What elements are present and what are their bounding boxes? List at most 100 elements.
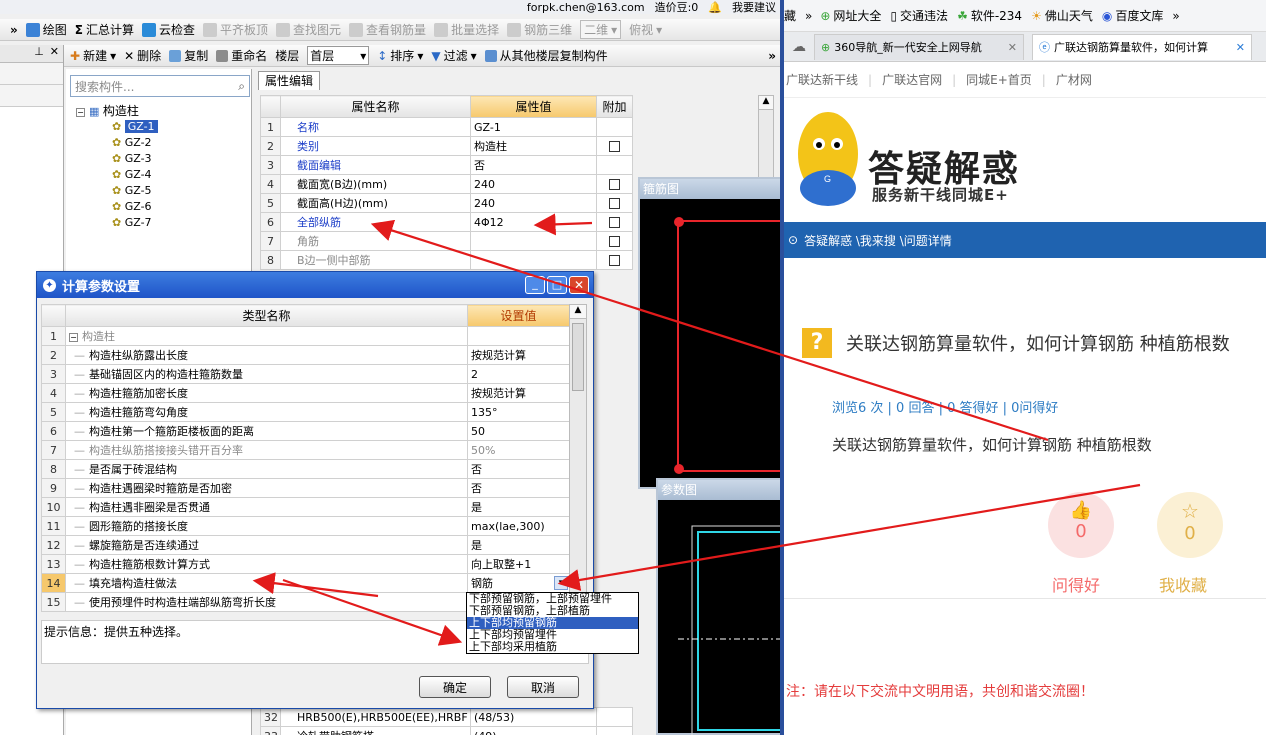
property-value[interactable]: GZ-1 [470, 117, 597, 137]
bookmark-url-nav[interactable]: ⊕ 网址大全 [820, 7, 881, 24]
param-row[interactable]: 11— 圆形箍筋的搭接长度 max(lae,300) [41, 516, 570, 536]
property-value[interactable]: 构造柱 [470, 136, 597, 156]
filter-button[interactable]: ▼ 过滤 ▾ [431, 47, 476, 64]
pin-icon[interactable]: ⊥ [34, 45, 44, 62]
collapse-icon[interactable]: − [76, 108, 85, 117]
param-row[interactable]: 10— 构造柱遇非圈梁是否贯通是 [41, 497, 570, 517]
delete-button[interactable]: ✕ 删除 [124, 47, 161, 64]
tree-item-gz-6[interactable]: ✿ GZ-6 [76, 199, 251, 215]
param-row[interactable]: 5— 构造柱箍筋弯勾角度 135° [41, 402, 570, 422]
property-row[interactable]: 32 HRB500(E),HRB500E(EE),HRBF (48/53) [260, 707, 633, 727]
extra-checkbox[interactable] [609, 198, 620, 209]
param-row[interactable]: 3— 基础锚固区内的构造柱箍筋数量 2 [41, 364, 570, 384]
property-value[interactable] [470, 231, 597, 251]
property-row[interactable]: 2 类别 构造柱 [260, 136, 633, 156]
like-label[interactable]: 问得好 [1052, 572, 1100, 596]
param-row[interactable]: 9— 构造柱遇圈梁时箍筋是否加密否 [41, 478, 570, 498]
summary-calc-button[interactable]: Σ 汇总计算 [75, 21, 134, 38]
extra-checkbox[interactable] [609, 255, 620, 266]
param-value[interactable]: 按规范计算 [467, 345, 570, 365]
bookmark-baidu[interactable]: ◉ 百度文库 [1102, 7, 1164, 24]
site-nav-link[interactable]: 广材网 [1056, 71, 1092, 88]
property-value[interactable]: 否 [470, 155, 597, 175]
favorite-label[interactable]: 我收藏 [1159, 572, 1207, 596]
floor-select[interactable]: 首层 ▾ [307, 46, 370, 65]
property-value[interactable]: (49) [470, 726, 597, 735]
view-rebar-button[interactable]: 查看钢筋量 [349, 21, 426, 38]
bookmark-weather[interactable]: ☀ 佛山天气 [1031, 7, 1093, 24]
cloud-check-button[interactable]: 云检查 [142, 21, 195, 38]
property-value[interactable]: (48/53) [470, 707, 597, 727]
param-row[interactable]: 6— 构造柱第一个箍筋距楼板面的距离 50 [41, 421, 570, 441]
bookmark-software[interactable]: ☘ 软件-234 [957, 7, 1022, 24]
extra-checkbox[interactable] [609, 141, 620, 152]
chevron-right-icon[interactable]: » [805, 9, 812, 23]
close-tab-icon[interactable]: ✕ [1008, 41, 1017, 54]
draw-button[interactable]: 绘图 [25, 21, 67, 38]
param-row[interactable]: 14— 填充墙构造柱做法 钢筋 ▾ [41, 573, 570, 593]
close-icon[interactable]: ✕ [50, 45, 59, 62]
param-value[interactable]: 50 [467, 421, 570, 441]
param-value[interactable]: 135° [467, 402, 570, 422]
site-nav-link[interactable]: 同城E+首页 [966, 71, 1032, 88]
extra-checkbox[interactable] [609, 217, 620, 228]
minimize-icon[interactable]: _ [525, 276, 545, 294]
toolbar-more-icon[interactable]: » [10, 23, 18, 37]
close-tab-icon[interactable]: ✕ [1236, 41, 1245, 54]
view-2d-select[interactable]: 二维 ▾ [580, 20, 622, 39]
tree-item-gz-4[interactable]: ✿ GZ-4 [76, 167, 251, 183]
dropdown-option[interactable]: 上下部均采用植筋 [467, 641, 638, 653]
copy-from-floor-button[interactable]: 从其他楼层复制构件 [484, 47, 608, 64]
cancel-button[interactable]: 取消 [507, 676, 579, 698]
param-value[interactable]: 否 [467, 459, 570, 479]
new-button[interactable]: ✚ 新建 ▾ [70, 47, 116, 64]
dropdown-option[interactable]: 下部预留钢筋，上部预留埋件 [467, 593, 638, 605]
favorite-button[interactable]: ☆ 0 [1157, 492, 1223, 558]
property-value[interactable]: 240 [470, 174, 597, 194]
property-row[interactable]: 5 截面高(H边)(mm) 240 [260, 193, 633, 213]
dropdown-option[interactable]: 下部预留钢筋，上部植筋 [467, 605, 638, 617]
property-row[interactable]: 4 截面宽(B边)(mm) 240 [260, 174, 633, 194]
param-row[interactable]: 4— 构造柱箍筋加密长度 按规范计算 [41, 383, 570, 403]
property-value[interactable]: 4Φ12 [470, 212, 597, 232]
maximize-icon[interactable]: □ [547, 276, 567, 294]
extra-checkbox[interactable] [609, 236, 620, 247]
scroll-thumb[interactable] [572, 323, 584, 391]
site-nav-link[interactable]: 广联达新干线 [786, 71, 858, 88]
toolbar-more-icon[interactable]: » [768, 49, 776, 63]
property-row[interactable]: 8 B边一侧中部筋 [260, 250, 633, 270]
sort-button[interactable]: ↕ 排序 ▾ [377, 47, 423, 64]
feedback-link[interactable]: 我要建议 [732, 0, 776, 15]
param-group-row[interactable]: 1− 构造柱 [41, 326, 570, 346]
property-row[interactable]: 7 角筋 [260, 231, 633, 251]
more-bookmarks-icon[interactable]: » [1172, 9, 1179, 23]
param-value[interactable]: 是 [467, 535, 570, 555]
property-row[interactable]: 33 冷轧带肋钢筋搭 (49) [260, 726, 633, 735]
tree-item-gz-7[interactable]: ✿ GZ-7 [76, 215, 251, 231]
param-value[interactable]: 50% [467, 440, 570, 460]
param-value[interactable]: 是 [467, 497, 570, 517]
param-scrollbar[interactable]: ▲ [569, 304, 587, 624]
param-value[interactable]: max(lae,300) [467, 516, 570, 536]
find-element-button[interactable]: 查找图元 [276, 21, 341, 38]
close-icon[interactable]: ✕ [569, 276, 589, 294]
param-value[interactable]: 按规范计算 [467, 383, 570, 403]
scroll-up-icon[interactable]: ▲ [570, 305, 586, 319]
align-slab-button[interactable]: 平齐板顶 [203, 21, 268, 38]
tree-item-gz-5[interactable]: ✿ GZ-5 [76, 183, 251, 199]
property-value[interactable]: 240 [470, 193, 597, 213]
param-row[interactable]: 2— 构造柱纵筋露出长度 按规范计算 [41, 345, 570, 365]
param-row[interactable]: 8— 是否属于砖混结构否 [41, 459, 570, 479]
dropdown-option[interactable]: 上下部均预留埋件 [467, 629, 638, 641]
ok-button[interactable]: 确定 [419, 676, 491, 698]
param-row[interactable]: 7— 构造柱纵筋搭接接头错开百分率 50% [41, 440, 570, 460]
rename-button[interactable]: 重命名 [216, 47, 267, 64]
property-row[interactable]: 6 全部纵筋 4Φ12 [260, 212, 633, 232]
tree-root[interactable]: − ▦ 构造柱 [76, 103, 251, 119]
chevron-down-icon[interactable]: ▾ [554, 576, 568, 590]
tree-item-gz-3[interactable]: ✿ GZ-3 [76, 151, 251, 167]
collapse-icon[interactable]: − [69, 333, 78, 342]
extra-checkbox[interactable] [609, 179, 620, 190]
tab-360-nav[interactable]: ⊕ 360导航_新一代安全上网导航 ✕ [814, 33, 1024, 60]
tree-item-gz-1[interactable]: ✿ GZ-1 [76, 119, 251, 135]
